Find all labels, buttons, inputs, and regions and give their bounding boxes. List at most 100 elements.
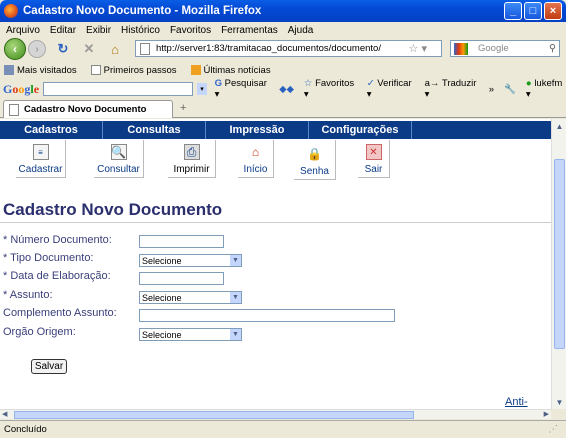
google-g-icon: G — [214, 78, 223, 89]
scroll-down-icon[interactable]: ▼ — [554, 396, 565, 408]
google-user-button[interactable]: ● lukefm ▾ — [526, 78, 566, 100]
status-text: Concluído — [4, 424, 47, 435]
home-nav-icon[interactable]: ⌂ — [106, 40, 124, 58]
senha-button[interactable]: 🔒 Senha — [294, 140, 336, 180]
google-engine-icon — [454, 42, 468, 55]
star-icon: ☆ — [303, 78, 313, 89]
lock-icon: 🔒 — [307, 147, 322, 161]
close-button[interactable]: × — [544, 2, 562, 20]
bookmark-ultimas-noticias[interactable]: Últimas notícias — [190, 65, 271, 76]
reload-icon[interactable]: ↻ — [54, 40, 72, 58]
bookmark-primeiros-passos[interactable]: Primeiros passos — [90, 65, 177, 76]
window-titlebar: Cadastro Novo Documento - Mozilla Firefo… — [0, 0, 566, 22]
site-menu-impressao[interactable]: Impressão — [206, 121, 309, 139]
resize-grip-icon[interactable]: ⋰ — [549, 424, 559, 435]
magnifier-icon: 🔍 — [110, 144, 127, 160]
search-input[interactable]: Google ⚲ — [450, 40, 560, 57]
label-data-elaboracao: * Data de Elaboração: — [3, 270, 111, 282]
google-favorites-button[interactable]: ☆ Favoritos ▾ — [304, 78, 357, 100]
scroll-up-icon[interactable]: ▲ — [554, 120, 565, 132]
anti-ieca-link[interactable]: Anti-IECA — [505, 396, 551, 409]
google-logo: Google — [3, 81, 40, 96]
tab-cadastro[interactable]: Cadastro Novo Documento — [3, 100, 173, 118]
google-more-button[interactable]: » — [489, 84, 494, 95]
menu-bar: Arquivo Editar Exibir Histórico Favorito… — [0, 22, 566, 38]
google-verify-button[interactable]: ✓ Verificar ▾ — [367, 78, 415, 100]
consultar-button[interactable]: 🔍 Consultar — [94, 140, 144, 178]
menu-favoritos[interactable]: Favoritos — [170, 25, 211, 36]
home-icon: ⌂ — [251, 145, 260, 159]
minimize-button[interactable]: _ — [504, 2, 522, 20]
new-tab-button[interactable]: + — [180, 102, 186, 114]
site-menu-cadastros[interactable]: Cadastros — [0, 121, 103, 139]
menu-ferramentas[interactable]: Ferramentas — [221, 25, 278, 36]
search-placeholder: Google — [478, 43, 509, 54]
translate-icon: a→ — [424, 78, 440, 89]
spellcheck-icon: ✓ — [366, 78, 375, 89]
tab-title: Cadastro Novo Documento — [24, 104, 147, 115]
label-orgao-origem: Orgão Origem: — [3, 326, 76, 338]
label-assunto: * Assunto: — [3, 289, 53, 301]
bookmark-mais-visitados[interactable]: Mais visitados — [4, 65, 77, 76]
site-menu-configuracoes[interactable]: Configurações — [309, 121, 412, 139]
firefox-icon — [4, 4, 18, 18]
scroll-left-icon[interactable]: ◀ — [2, 410, 7, 418]
cadastrar-button[interactable]: ≡ Cadastrar — [16, 140, 66, 178]
chevron-down-icon: ▼ — [230, 329, 241, 340]
page-title: Cadastro Novo Documento — [3, 200, 223, 219]
rss-icon — [190, 65, 201, 75]
menu-editar[interactable]: Editar — [50, 25, 76, 36]
save-button[interactable]: Salvar — [31, 359, 67, 374]
label-numero-documento: * Número Documento: — [3, 234, 112, 246]
assunto-select[interactable]: Selecione ▼ — [139, 291, 242, 304]
google-search-button[interactable]: G Pesquisar ▾ — [215, 78, 270, 100]
tab-bar: Cadastro Novo Documento + — [0, 98, 566, 118]
bookmark-star-icon[interactable]: ☆ ▾ — [409, 42, 427, 55]
orgao-origem-select[interactable]: Selecione ▼ — [139, 328, 242, 341]
stop-icon[interactable]: ✕ — [80, 40, 98, 58]
chevron-down-icon: ▼ — [230, 255, 241, 266]
horizontal-scrollbar[interactable]: ◀ ▶ — [0, 409, 551, 419]
tipo-documento-select[interactable]: Selecione ▼ — [139, 254, 242, 267]
google-search-input[interactable] — [43, 82, 194, 96]
google-dropdown-icon[interactable]: ▾ — [197, 83, 207, 95]
document-icon: ≡ — [32, 144, 49, 160]
menu-exibir[interactable]: Exibir — [86, 25, 111, 36]
google-toolbar: Google ▾ G Pesquisar ▾ ◆◆ ☆ Favoritos ▾ … — [0, 78, 566, 100]
google-translate-button[interactable]: a→ Traduzir ▾ — [425, 78, 479, 100]
numero-documento-field[interactable] — [139, 235, 224, 248]
menu-historico[interactable]: Histórico — [121, 25, 160, 36]
vertical-scrollbar[interactable]: ▲ ▼ — [551, 119, 566, 409]
page-icon — [9, 103, 19, 116]
user-status-icon: ● — [525, 78, 532, 89]
menu-arquivo[interactable]: Arquivo — [6, 25, 40, 36]
site-menu-consultas[interactable]: Consultas — [103, 121, 206, 139]
window-title: Cadastro Novo Documento - Mozilla Firefo… — [23, 5, 262, 17]
status-bar: Concluído ⋰ — [0, 420, 566, 438]
complemento-assunto-field[interactable] — [139, 309, 395, 322]
sair-button[interactable]: ✕ Sair — [358, 140, 390, 178]
back-button[interactable]: ‹ — [4, 38, 26, 60]
label-complemento-assunto: Complemento Assunto: — [3, 307, 117, 319]
vertical-scroll-thumb[interactable] — [554, 159, 565, 349]
wrench-icon[interactable]: 🔧 — [504, 84, 516, 95]
title-divider — [0, 222, 551, 223]
imprimir-button[interactable]: ⎙ Imprimir — [168, 140, 216, 178]
menu-ajuda[interactable]: Ajuda — [288, 25, 314, 36]
data-elaboracao-field[interactable] — [139, 272, 224, 285]
chevron-down-icon: ▼ — [230, 292, 241, 303]
forward-button[interactable]: › — [28, 40, 46, 58]
url-text: http://server1:83/tramitacao_documentos/… — [156, 43, 381, 54]
horizontal-scroll-thumb[interactable] — [14, 411, 414, 419]
search-icon[interactable]: ⚲ — [549, 43, 556, 54]
google-pagerank-icon: ◆◆ — [279, 83, 294, 95]
inicio-button[interactable]: ⌂ Início — [238, 140, 274, 178]
page-icon — [90, 65, 101, 75]
site-toolbar: ≡ Cadastrar 🔍 Consultar ⎙ Imprimir ⌂ Iní… — [0, 139, 551, 199]
exit-icon: ✕ — [365, 144, 382, 160]
printer-icon: ⎙ — [183, 144, 200, 160]
url-bar[interactable]: http://server1:83/tramitacao_documentos/… — [135, 40, 442, 57]
scroll-right-icon[interactable]: ▶ — [544, 410, 549, 418]
page-icon — [140, 42, 150, 55]
maximize-button[interactable]: □ — [524, 2, 542, 20]
